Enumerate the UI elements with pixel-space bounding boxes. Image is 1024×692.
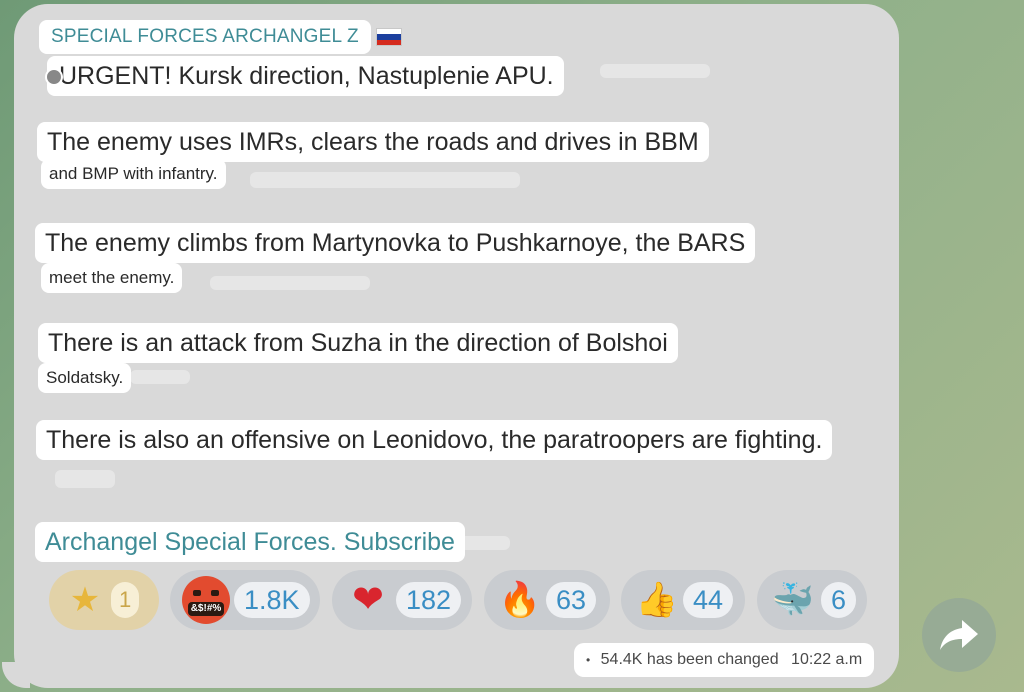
background-smudge: [210, 276, 370, 290]
reaction-count: 63: [546, 582, 597, 618]
message-line: and BMP with infantry.: [41, 159, 226, 189]
background-smudge: [130, 370, 190, 384]
message-line: There is an attack from Suzha in the dir…: [38, 323, 678, 363]
bullet-icon: [45, 68, 63, 86]
reaction-star[interactable]: ★ 1: [49, 570, 159, 630]
background-smudge: [250, 172, 520, 188]
angry-cursing-face-icon: &$!#%: [182, 576, 230, 624]
reaction-count: 1: [111, 582, 140, 618]
bubble-tail: [2, 662, 30, 688]
fire-icon: 🔥: [498, 581, 542, 619]
channel-name[interactable]: SPECIAL FORCES ARCHANGEL Z: [39, 20, 371, 54]
message-line: The enemy uses IMRs, clears the roads an…: [37, 122, 709, 162]
reaction-heart[interactable]: ❤ 182: [332, 570, 472, 630]
russia-flag-icon: [376, 28, 402, 46]
background-smudge: [600, 64, 710, 78]
heart-icon: ❤: [352, 579, 384, 621]
background-smudge: [55, 470, 115, 488]
share-arrow-icon: [940, 620, 978, 650]
message-headline: URGENT! Kursk direction, Nastuplenie APU…: [45, 56, 564, 96]
subscribe-link[interactable]: Archangel Special Forces. Subscribe: [35, 522, 465, 562]
thumbs-up-icon: 👍: [635, 581, 679, 619]
reaction-count: 1.8K: [234, 582, 310, 618]
message-line: The enemy climbs from Martynovka to Push…: [35, 223, 756, 263]
reaction-count: 6: [821, 582, 857, 618]
message-meta: • 54.4K has been changed 10:22 a.m: [574, 643, 875, 677]
message-line: Soldatsky.: [38, 363, 132, 393]
message-line: There is also an offensive on Leonidovo,…: [36, 420, 833, 460]
headline-text: URGENT! Kursk direction, Nastuplenie APU…: [59, 62, 554, 90]
reaction-angry[interactable]: &$!#% 1.8K: [170, 570, 320, 630]
dot-icon: •: [586, 653, 591, 667]
reaction-fire[interactable]: 🔥 63: [484, 570, 610, 630]
share-button[interactable]: [922, 598, 996, 672]
reaction-whale[interactable]: 🐳 6: [757, 570, 867, 630]
message-line: meet the enemy.: [41, 263, 183, 293]
star-icon: ★: [69, 581, 101, 619]
whale-icon: 🐳: [771, 581, 815, 619]
reaction-count: 44: [683, 582, 734, 618]
reaction-thumbs-up[interactable]: 👍 44: [621, 570, 745, 630]
view-count: 54.4K has been changed: [600, 651, 779, 669]
reaction-count: 182: [396, 582, 462, 618]
message-time: 10:22 a.m: [791, 651, 863, 669]
